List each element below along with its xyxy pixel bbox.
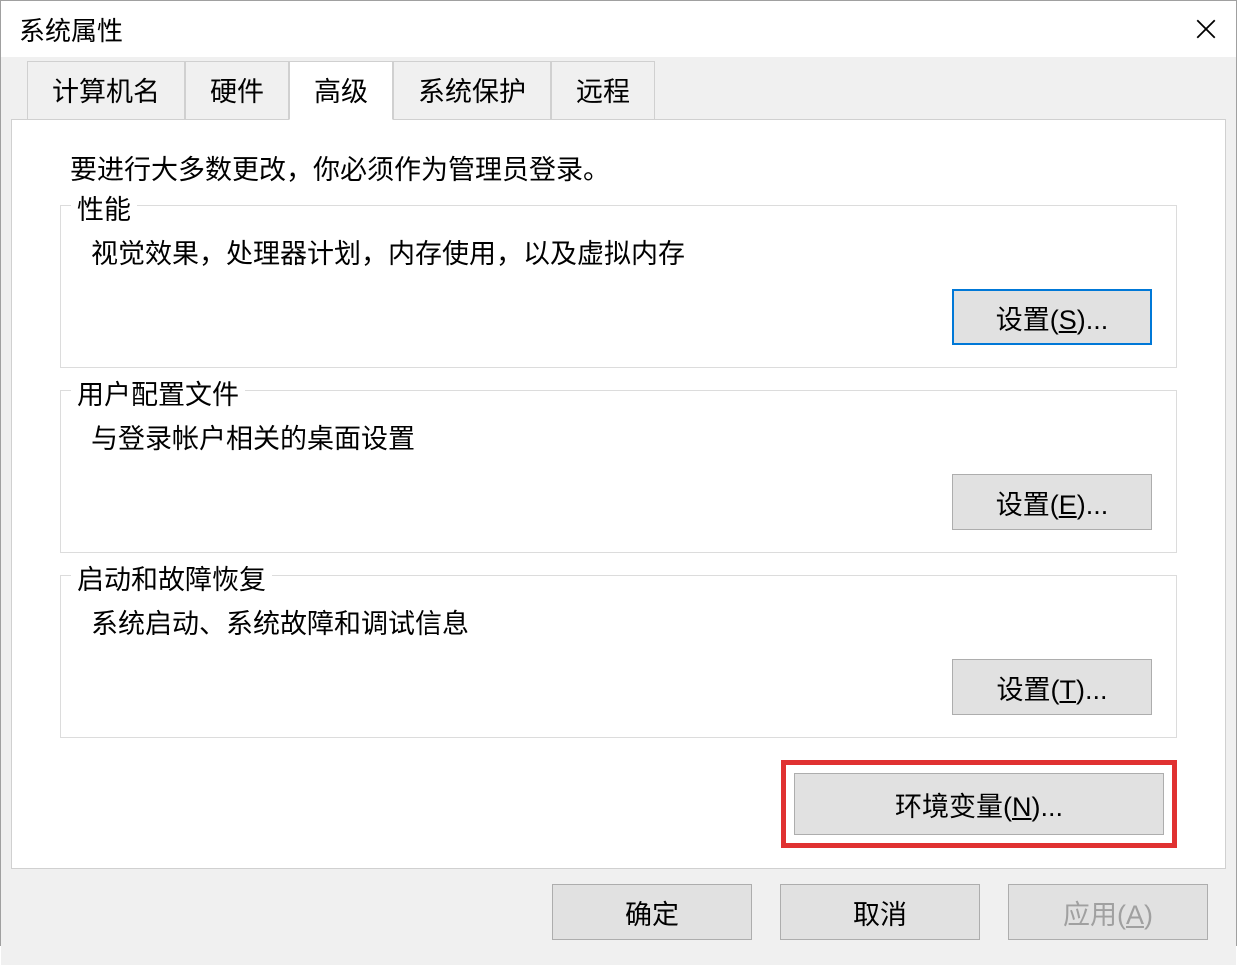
tab-hardware[interactable]: 硬件 <box>185 61 289 119</box>
tab-computer-name[interactable]: 计算机名 <box>27 61 185 119</box>
close-button[interactable] <box>1176 1 1236 57</box>
group-startup-recovery: 启动和故障恢复 系统启动、系统故障和调试信息 设置(T)... <box>60 575 1177 738</box>
group-user-profiles: 用户配置文件 与登录帐户相关的桌面设置 设置(E)... <box>60 390 1177 553</box>
titlebar: 系统属性 <box>1 1 1236 57</box>
group-user-profiles-legend: 用户配置文件 <box>71 373 245 412</box>
user-profiles-settings-button[interactable]: 设置(E)... <box>952 474 1152 530</box>
content-area: 计算机名 硬件 高级 系统保护 远程 要进行大多数更改，你必须作为管理员登录。 … <box>1 57 1236 965</box>
close-icon <box>1196 19 1216 39</box>
group-performance-legend: 性能 <box>71 188 137 227</box>
tab-remote[interactable]: 远程 <box>551 61 655 119</box>
environment-variables-button[interactable]: 环境变量(N)... <box>794 773 1164 835</box>
tab-strip: 计算机名 硬件 高级 系统保护 远程 <box>11 61 1226 119</box>
apply-button[interactable]: 应用(A) <box>1008 884 1208 940</box>
group-startup-recovery-legend: 启动和故障恢复 <box>71 558 272 597</box>
group-performance: 性能 视觉效果，处理器计划，内存使用，以及虚拟内存 设置(S)... <box>60 205 1177 368</box>
highlight-box: 环境变量(N)... <box>781 760 1177 848</box>
tab-panel-advanced: 要进行大多数更改，你必须作为管理员登录。 性能 视觉效果，处理器计划，内存使用，… <box>11 119 1226 869</box>
window-title: 系统属性 <box>19 11 123 48</box>
ok-button[interactable]: 确定 <box>552 884 752 940</box>
system-properties-window: 系统属性 计算机名 硬件 高级 系统保护 远程 要进行大多数更改，你必须作为管理… <box>0 0 1237 946</box>
group-startup-recovery-desc: 系统启动、系统故障和调试信息 <box>91 602 1152 641</box>
admin-note: 要进行大多数更改，你必须作为管理员登录。 <box>70 148 1177 187</box>
startup-recovery-settings-button[interactable]: 设置(T)... <box>952 659 1152 715</box>
performance-settings-button[interactable]: 设置(S)... <box>952 289 1152 345</box>
cancel-button[interactable]: 取消 <box>780 884 980 940</box>
tab-advanced[interactable]: 高级 <box>289 61 393 120</box>
dialog-footer: 确定 取消 应用(A) <box>11 869 1226 955</box>
tab-system-protection[interactable]: 系统保护 <box>393 61 551 119</box>
env-button-row: 环境变量(N)... <box>60 760 1177 848</box>
group-user-profiles-desc: 与登录帐户相关的桌面设置 <box>91 417 1152 456</box>
group-performance-desc: 视觉效果，处理器计划，内存使用，以及虚拟内存 <box>91 232 1152 271</box>
